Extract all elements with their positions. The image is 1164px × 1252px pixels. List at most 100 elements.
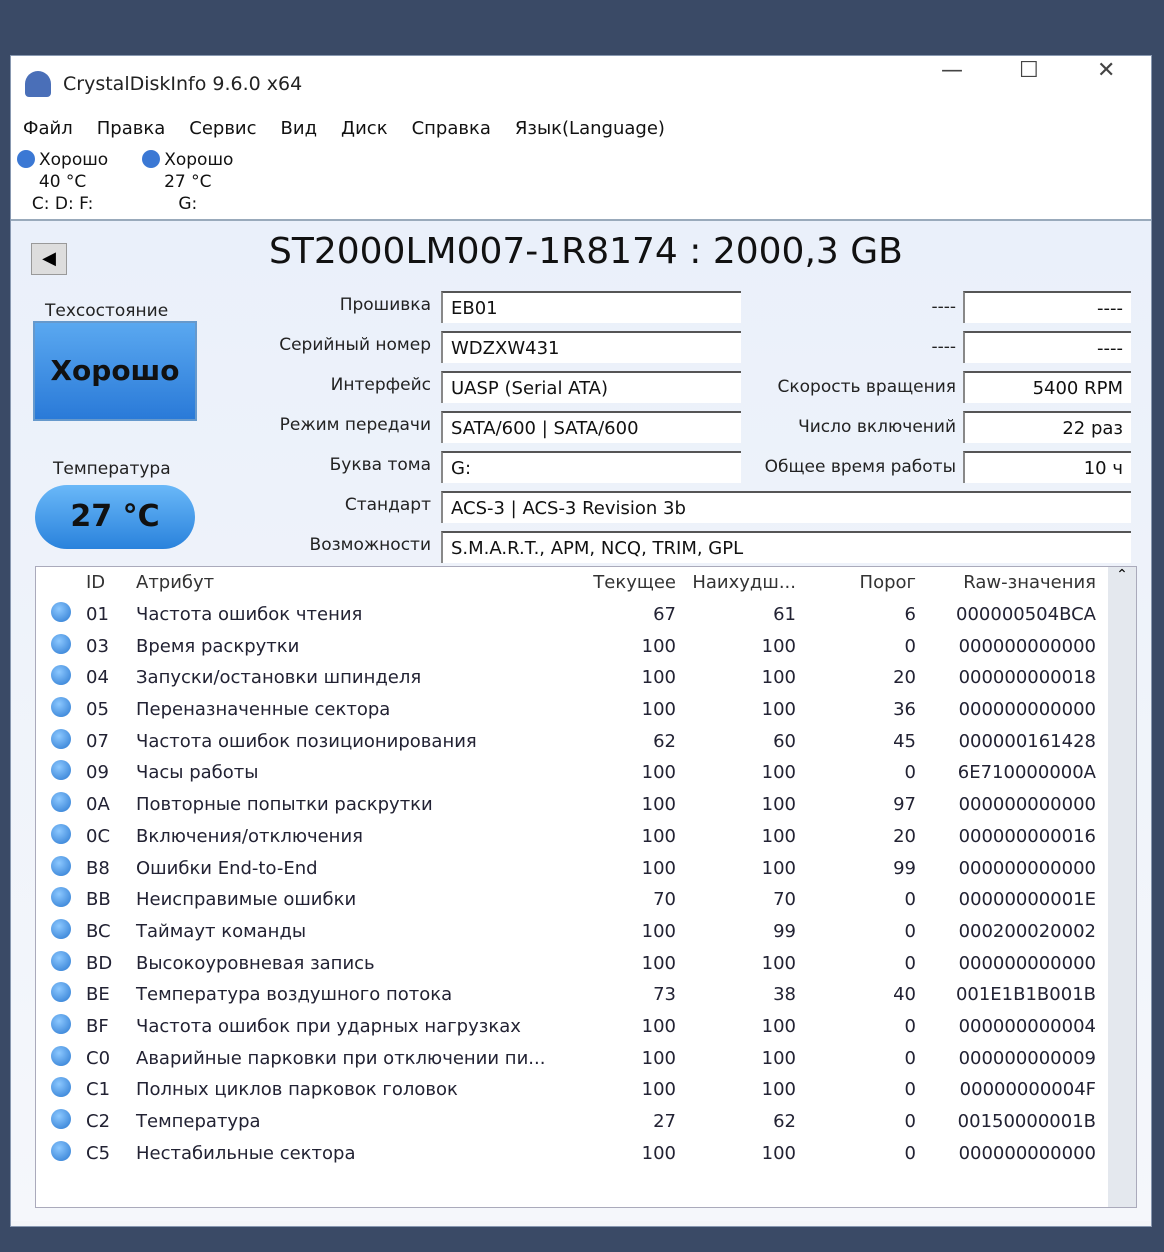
status-dot-icon [51, 633, 71, 654]
info-value: ---- [963, 291, 1131, 323]
column-header[interactable]: ID [86, 572, 136, 593]
table-cell: 000000504BCA [956, 604, 1096, 626]
table-cell: Таймаут команды [136, 920, 307, 942]
table-cell: 000000000000 [958, 857, 1096, 879]
table-cell: 100 [761, 1047, 796, 1069]
table-row[interactable]: C5 Нестабильные сектора 100 100 0 00000000000… [36, 1137, 1136, 1169]
main-panel: ◀ ST2000LM007-1R8174 : 2000,3 GB Техсост… [11, 221, 1151, 1221]
menu-item[interactable]: Язык(Language) [515, 118, 665, 139]
info-value: SATA/600 | SATA/600 [441, 411, 741, 443]
window-title: CrystalDiskInfo 9.6.0 x64 [63, 73, 303, 95]
status-dot-icon [51, 1109, 71, 1130]
status-cell [36, 1045, 86, 1071]
table-cell: Неисправимые ошибки [136, 889, 357, 911]
close-button[interactable]: ✕ [1097, 58, 1115, 88]
menu-item[interactable]: Файл [23, 118, 73, 139]
status-dot-icon [51, 697, 71, 718]
info-label: Скорость вращения [777, 377, 957, 397]
disk-tab[interactable]: Хорошо 27 °C G: [142, 149, 233, 215]
table-cell: 000000000000 [958, 699, 1096, 721]
column-header[interactable]: Raw-значения [916, 572, 1096, 593]
info-label: Общее время работы [764, 457, 956, 477]
table-cell: 100 [761, 1079, 796, 1101]
info-value: EB01 [441, 291, 741, 323]
menu-item[interactable]: Правка [97, 118, 166, 139]
table-cell: Частота ошибок чтения [136, 604, 363, 626]
table-cell: 000000000004 [958, 1015, 1096, 1037]
title-bar: CrystalDiskInfo 9.6.0 x64 — ☐ ✕ [11, 56, 1151, 112]
table-cell: 00000000001E [958, 889, 1096, 911]
table-cell: 45 [893, 730, 916, 752]
info-value: S.M.A.R.T., APM, NCQ, TRIM, GPL [441, 531, 1131, 563]
column-header[interactable]: Наихудш... [676, 572, 796, 593]
maximize-button[interactable]: ☐ [1019, 58, 1039, 88]
table-cell: Полных циклов парковок головок [136, 1079, 458, 1101]
table-cell: 99 [893, 857, 916, 879]
previous-disk-button[interactable]: ◀ [31, 243, 67, 275]
table-cell: 09 [86, 762, 109, 784]
status-cell [36, 1109, 86, 1134]
table-cell: 0 [904, 920, 916, 942]
table-row[interactable]: 01 Частота ошибок чтения 67 61 6 000000504BCA [36, 599, 1136, 631]
table-row[interactable]: 03 Время раскрутки 100 100 0 000000000000 [36, 630, 1136, 662]
menu-item[interactable]: Диск [341, 118, 388, 139]
table-row[interactable]: C1 Полных циклов парковок головок 100 100 0 0… [36, 1074, 1136, 1106]
status-dot-icon [17, 150, 35, 168]
table-row[interactable]: C2 Температура 27 62 0 00150000001B [36, 1106, 1136, 1138]
table-row[interactable]: 05 Переназначенные сектора 100 100 36 0000000… [36, 694, 1136, 726]
disk-tab[interactable]: Хорошо 40 °C C: D: F: [17, 149, 108, 215]
table-row[interactable]: BD Высокоуровневая запись 100 100 0 000000000… [36, 947, 1136, 979]
table-row[interactable]: 09 Часы работы 100 100 0 6E710000000A [36, 757, 1136, 789]
table-row[interactable]: BF Частота ошибок при ударных нагрузках 10… [36, 1011, 1136, 1043]
menu-item[interactable]: Сервис [189, 118, 256, 139]
table-row[interactable]: BE Температура воздушного потока 73 38 40 001… [36, 979, 1136, 1011]
status-dot-icon [51, 887, 71, 908]
info-label: ---- [931, 337, 956, 357]
info-label: Серийный номер [279, 335, 431, 355]
table-row[interactable]: 0C Включения/отключения 100 100 20 0000000000… [36, 821, 1136, 853]
table-row[interactable]: B8 Ошибки End-to-End 100 100 99 000000000000 [36, 852, 1136, 884]
table-cell: 100 [641, 920, 676, 942]
table-cell: Повторные попытки раскрутки [136, 794, 433, 816]
info-value: ACS-3 | ACS-3 Revision 3b [441, 491, 1131, 523]
table-row[interactable]: BC Таймаут команды 100 99 0 000200020002 [36, 916, 1136, 948]
info-label: Режим передачи [279, 415, 431, 435]
table-row[interactable]: 07 Частота ошибок позиционирования 62 60 45 0… [36, 725, 1136, 757]
table-cell: 99 [773, 920, 796, 942]
status-dot-icon [51, 823, 71, 844]
health-status-button[interactable]: Хорошо [33, 321, 197, 421]
column-header[interactable]: Текущее [566, 572, 676, 593]
table-cell: 00150000001B [957, 1111, 1096, 1133]
minimize-button[interactable]: — [941, 58, 963, 88]
menu-item[interactable]: Справка [412, 118, 491, 139]
table-row[interactable]: 0A Повторные попытки раскрутки 100 100 97 000… [36, 789, 1136, 821]
status-cell [36, 982, 86, 1007]
table-cell: BC [86, 920, 111, 942]
column-header[interactable]: Порог [796, 572, 916, 593]
column-header[interactable]: Атрибут [136, 572, 566, 593]
temperature-value: 27 °C [35, 485, 195, 549]
status-dot-icon [51, 982, 71, 1003]
table-cell: 01 [86, 604, 109, 626]
status-cell [36, 1140, 86, 1166]
status-dot-icon [51, 1013, 71, 1034]
status-dot-icon [51, 602, 71, 623]
table-cell: Переназначенные сектора [136, 699, 391, 721]
status-cell [36, 950, 86, 976]
table-cell: C2 [86, 1111, 111, 1133]
status-cell [36, 633, 86, 659]
table-header: ID Атрибут Текущее Наихудш... Порог Raw-значе… [36, 567, 1136, 599]
table-scrollbar[interactable]: ⌃ [1108, 567, 1136, 1207]
table-row[interactable]: C0 Аварийные парковки при отключении пи..… [36, 1042, 1136, 1074]
table-cell: 0A [86, 794, 110, 816]
menu-item[interactable]: Вид [281, 118, 318, 139]
table-cell: C1 [86, 1079, 111, 1101]
table-cell: Запуски/остановки шпинделя [136, 667, 422, 689]
table-cell: 0 [904, 1047, 916, 1069]
table-cell: Ошибки End-to-End [136, 857, 318, 879]
table-cell: 62 [773, 1111, 796, 1133]
table-row[interactable]: BB Неисправимые ошибки 70 70 0 00000000001E [36, 884, 1136, 916]
smart-table: ID Атрибут Текущее Наихудш... Порог Raw-значе… [35, 566, 1137, 1208]
table-row[interactable]: 04 Запуски/остановки шпинделя 100 100 20 0000… [36, 662, 1136, 694]
status-dot-icon [142, 150, 161, 168]
